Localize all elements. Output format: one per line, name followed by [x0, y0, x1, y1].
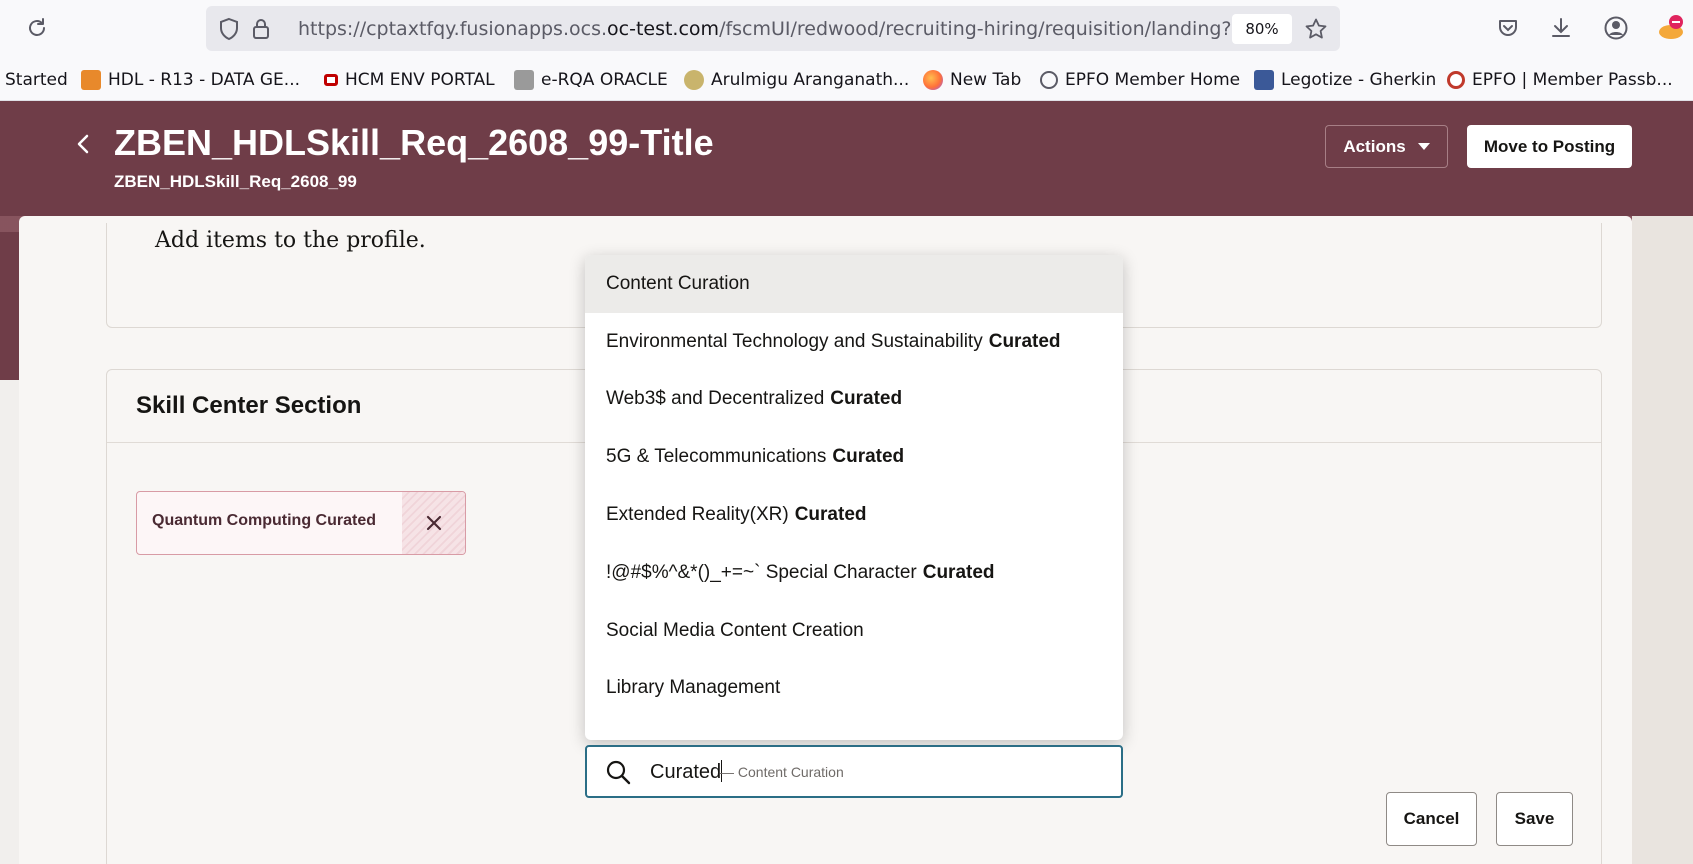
suggestion-item[interactable]: Library Management [585, 660, 1123, 718]
chevron-left-icon [77, 134, 89, 154]
reload-icon[interactable] [22, 13, 52, 43]
bookmarks-bar: Started HDL - R13 - DATA GE... HCM ENV P… [0, 60, 1693, 101]
background-panel [1632, 216, 1693, 864]
account-icon[interactable] [1601, 13, 1631, 43]
bookmark-newtab[interactable]: New Tab [923, 68, 1021, 92]
page-subtitle: ZBEN_HDLSkill_Req_2608_99 [114, 172, 357, 191]
globe-icon [1040, 71, 1058, 89]
firefox-icon [923, 70, 943, 90]
section-title: Skill Center Section [136, 392, 362, 419]
back-button[interactable] [68, 129, 98, 159]
cancel-button[interactable]: Cancel [1386, 792, 1477, 846]
url-text: https://cptaxtfqy.fusionapps.ocs.oc-test… [298, 18, 1233, 40]
bookmark-hcm[interactable]: HCM ENV PORTAL [324, 68, 495, 92]
legotize-icon [1254, 70, 1274, 90]
search-icon [605, 759, 631, 785]
suggestion-item[interactable]: 5G & Telecommunications Curated [585, 428, 1123, 486]
search-hint: — Content Curation [720, 764, 844, 780]
pocket-icon[interactable] [1493, 13, 1523, 43]
bookmark-arulmigu[interactable]: Arulmigu Aranganath... [684, 68, 909, 92]
temple-icon [684, 70, 704, 90]
skill-chip: Quantum Computing Curated [136, 491, 466, 555]
skill-search-input[interactable]: Curated — Content Curation [585, 745, 1123, 798]
suggestion-item[interactable]: !@#$%^&*()_+=~` Special Character Curated [585, 544, 1123, 602]
lock-icon[interactable] [246, 14, 276, 44]
address-bar[interactable]: https://cptaxtfqy.fusionapps.ocs.oc-test… [206, 6, 1340, 51]
shield-icon[interactable] [214, 14, 244, 44]
skill-suggestions-dropdown: Content Curation Environmental Technolog… [585, 255, 1123, 740]
skill-chip-label: Quantum Computing Curated [152, 512, 376, 529]
erqa-icon [514, 70, 534, 90]
bookmark-epfo-home[interactable]: EPFO Member Home [1040, 68, 1240, 92]
zoom-level[interactable]: 80% [1232, 14, 1292, 44]
star-icon[interactable] [1301, 14, 1331, 44]
bookmark-epfo-passbook[interactable]: EPFO | Member Passb... [1447, 68, 1673, 92]
caret-down-icon [1417, 143, 1430, 150]
suggestion-item[interactable]: Content Curation [585, 255, 1123, 313]
actions-button[interactable]: Actions [1325, 125, 1448, 168]
download-icon[interactable] [1546, 13, 1576, 43]
suggestion-item[interactable]: Social Media Content Creation [585, 602, 1123, 660]
oracle-icon [324, 74, 338, 86]
suggestion-item[interactable]: Web3$ and Decentralized Curated [585, 371, 1123, 429]
save-button[interactable]: Save [1496, 792, 1573, 846]
epfo-icon [1447, 71, 1465, 89]
search-value: Curated [650, 760, 723, 783]
move-to-posting-button[interactable]: Move to Posting [1467, 125, 1632, 168]
bookmark-started[interactable]: Started [5, 68, 68, 92]
suggestion-item[interactable]: Extended Reality(XR) Curated [585, 486, 1123, 544]
close-icon [426, 515, 441, 531]
browser-toolbar: https://cptaxtfqy.fusionapps.ocs.oc-test… [0, 0, 1693, 60]
suggestion-item[interactable]: Environmental Technology and Sustainabil… [585, 313, 1123, 371]
app-content: ZBEN_HDLSkill_Req_2608_99-Title ZBEN_HDL… [0, 101, 1693, 864]
remove-chip-button[interactable] [402, 492, 465, 554]
extension-icon[interactable] [1656, 13, 1686, 43]
page-title: ZBEN_HDLSkill_Req_2608_99-Title [114, 122, 714, 163]
bookmark-erqa[interactable]: e-RQA ORACLE [514, 68, 668, 92]
profile-instruction: Add items to the profile. [155, 228, 426, 253]
hdl-icon [81, 70, 101, 90]
bookmark-hdl[interactable]: HDL - R13 - DATA GE... [81, 68, 300, 92]
bookmark-legotize[interactable]: Legotize - Gherkin [1254, 68, 1436, 92]
